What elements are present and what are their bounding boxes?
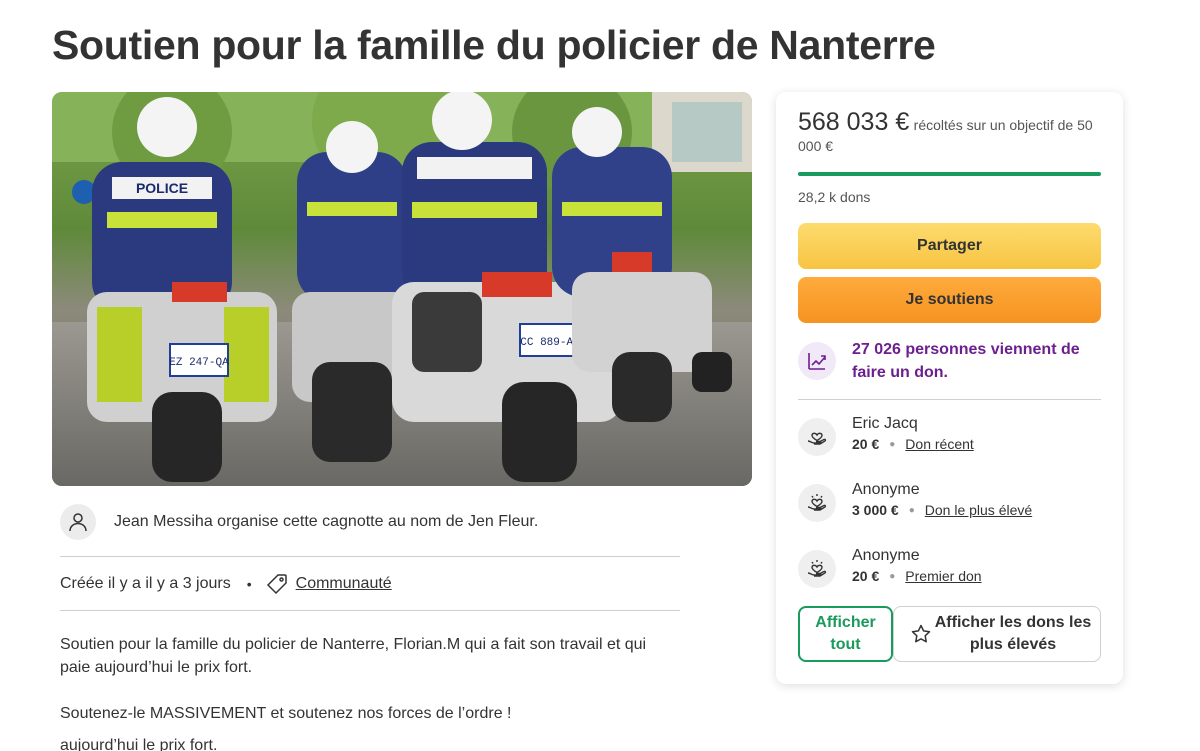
svg-text:POLICE: POLICE <box>136 180 188 196</box>
divider <box>60 556 680 557</box>
donor-separator: ● <box>908 504 915 516</box>
recent-donors-notice: 27 026 personnes viennent de faire un do… <box>798 338 1101 384</box>
trending-up-icon <box>798 342 836 380</box>
divider <box>60 610 680 611</box>
meta-separator: • <box>246 576 252 592</box>
show-top-donations-label: Afficher les dons les plus élevés <box>934 614 1092 653</box>
donor-item: Anonyme 3 000 € ● Don le plus élevé <box>798 480 1101 526</box>
donor-item: Eric Jacq 20 € ● Don récent <box>798 414 1101 460</box>
heart-hand-icon <box>798 550 836 588</box>
category-link[interactable]: Communauté <box>296 575 392 593</box>
heart-hand-icon <box>798 484 836 522</box>
trend-text: 27 026 personnes viennent de faire un do… <box>852 341 1080 381</box>
donation-card: 568 033 € récoltés sur un objectif de 50… <box>776 92 1123 684</box>
description-paragraph: Soutien pour la famille du policier de N… <box>60 636 647 676</box>
donor-name: Eric Jacq <box>852 415 918 432</box>
share-button[interactable]: Partager <box>798 223 1101 269</box>
donation-count: 28,2 k dons <box>798 189 871 205</box>
progress-fill <box>798 172 1101 176</box>
organizer-row: Jean Messiha organise cette cagnotte au … <box>60 503 680 541</box>
campaign-meta: Créée il y a il y a 3 jours • Communauté <box>60 570 392 598</box>
campaign-photo: POLICE EZ 247-QA CC 889-AR <box>52 92 752 486</box>
donate-button[interactable]: Je soutiens <box>798 277 1101 323</box>
donor-separator: ● <box>889 438 896 450</box>
organizer-text: Jean Messiha organise cette cagnotte au … <box>114 513 539 530</box>
amount-raised: 568 033 € <box>798 108 910 136</box>
donor-tag[interactable]: Don récent <box>905 436 973 452</box>
person-icon <box>60 504 96 540</box>
card-divider <box>798 399 1101 400</box>
heart-hand-icon <box>798 418 836 456</box>
tag-icon <box>266 573 288 595</box>
show-all-button[interactable]: Afficher tout <box>798 606 893 662</box>
donor-name: Anonyme <box>852 547 920 564</box>
description-overflow: aujourd’hui le prix fort. <box>60 737 218 751</box>
donor-tag[interactable]: Premier don <box>905 568 981 584</box>
progress-bar <box>798 172 1101 176</box>
donor-name: Anonyme <box>852 481 920 498</box>
campaign-description: Soutien pour la famille du policier de N… <box>60 633 680 751</box>
donor-item: Anonyme 20 € ● Premier don <box>798 546 1101 592</box>
donor-tag[interactable]: Don le plus élevé <box>925 502 1032 518</box>
donor-separator: ● <box>889 570 896 582</box>
donor-amount: 20 € <box>852 436 880 452</box>
show-top-donations-button[interactable]: Afficher les dons les plus élevés <box>893 606 1101 662</box>
donor-amount: 3 000 € <box>852 502 899 518</box>
amount-summary: 568 033 € récoltés sur un objectif de 50… <box>798 110 1098 157</box>
star-icon <box>910 623 932 645</box>
svg-text:CC 889-AR: CC 889-AR <box>520 337 580 349</box>
created-date: Créée il y a il y a 3 jours <box>60 575 231 592</box>
svg-text:EZ 247-QA: EZ 247-QA <box>169 357 229 369</box>
description-paragraph: Soutenez-le MASSIVEMENT et soutenez nos … <box>60 705 512 722</box>
page-title: Soutien pour la famille du policier de N… <box>52 22 936 68</box>
donor-amount: 20 € <box>852 568 880 584</box>
